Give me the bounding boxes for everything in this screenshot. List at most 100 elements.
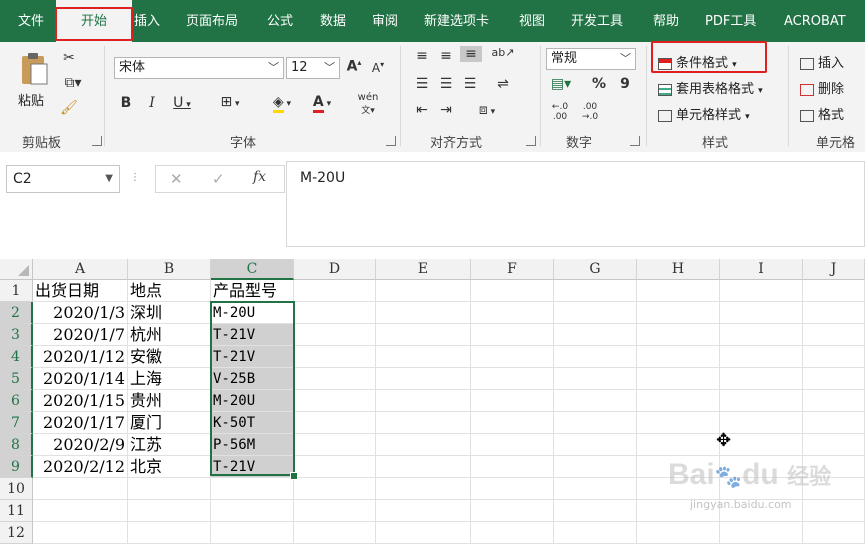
- cell-c8[interactable]: P-56M: [211, 434, 294, 456]
- number-launcher-icon[interactable]: [630, 136, 640, 146]
- cell-h12[interactable]: [637, 522, 720, 544]
- wrap-text-icon[interactable]: ⇌: [490, 76, 516, 92]
- cell-g12[interactable]: [554, 522, 637, 544]
- cell-f11[interactable]: [471, 500, 554, 522]
- tab-data[interactable]: 数据: [320, 0, 346, 42]
- cell-e12[interactable]: [376, 522, 471, 544]
- cell-a11[interactable]: [33, 500, 128, 522]
- cell-f6[interactable]: [471, 390, 554, 412]
- cell-g9[interactable]: [554, 456, 637, 478]
- align-bottom-icon[interactable]: ≡: [460, 46, 482, 62]
- column-header-c[interactable]: C: [211, 259, 294, 280]
- paste-icon[interactable]: [18, 52, 50, 88]
- cell-d4[interactable]: [294, 346, 376, 368]
- alignment-launcher-icon[interactable]: [526, 136, 536, 146]
- cell-i4[interactable]: [720, 346, 803, 368]
- underline-button[interactable]: U ▾: [168, 95, 196, 111]
- cell-j6[interactable]: [803, 390, 865, 412]
- cell-f3[interactable]: [471, 324, 554, 346]
- cell-d6[interactable]: [294, 390, 376, 412]
- cell-g2[interactable]: [554, 302, 637, 324]
- align-center-icon[interactable]: ☰: [436, 76, 456, 92]
- cell-g3[interactable]: [554, 324, 637, 346]
- cell-a3[interactable]: 2020/1/7: [33, 324, 128, 346]
- column-header-g[interactable]: G: [554, 259, 637, 280]
- conditional-format-button[interactable]: 条件格式 ▾: [658, 52, 737, 71]
- cell-g6[interactable]: [554, 390, 637, 412]
- cell-b12[interactable]: [128, 522, 211, 544]
- merge-center-icon[interactable]: ⧈ ▾: [470, 102, 504, 118]
- cell-g5[interactable]: [554, 368, 637, 390]
- cell-c4[interactable]: T-21V: [211, 346, 294, 368]
- tab-pdf-tools[interactable]: PDF工具: [705, 0, 756, 42]
- grow-font-button[interactable]: A▴: [346, 58, 362, 75]
- cell-a8[interactable]: 2020/2/9: [33, 434, 128, 456]
- tab-new-tab[interactable]: 新建选项卡: [424, 0, 489, 42]
- tab-acrobat[interactable]: ACROBAT: [784, 0, 846, 42]
- cell-h7[interactable]: [637, 412, 720, 434]
- cell-g1[interactable]: [554, 280, 637, 302]
- row-header-6[interactable]: 6: [0, 390, 33, 412]
- cell-h8[interactable]: [637, 434, 720, 456]
- font-launcher-icon[interactable]: [386, 136, 396, 146]
- cell-d2[interactable]: [294, 302, 376, 324]
- row-header-7[interactable]: 7: [0, 412, 33, 434]
- cell-i1[interactable]: [720, 280, 803, 302]
- cell-j3[interactable]: [803, 324, 865, 346]
- column-header-j[interactable]: J: [803, 259, 865, 280]
- cell-c3[interactable]: T-21V: [211, 324, 294, 346]
- row-header-8[interactable]: 8: [0, 434, 33, 456]
- cell-j1[interactable]: [803, 280, 865, 302]
- cell-i3[interactable]: [720, 324, 803, 346]
- tab-page-layout[interactable]: 页面布局: [186, 0, 238, 42]
- cell-b4[interactable]: 安徽: [128, 346, 211, 368]
- cell-d9[interactable]: [294, 456, 376, 478]
- row-header-10[interactable]: 10: [0, 478, 33, 500]
- cell-j5[interactable]: [803, 368, 865, 390]
- row-header-5[interactable]: 5: [0, 368, 33, 390]
- column-header-d[interactable]: D: [294, 259, 376, 280]
- font-size-select[interactable]: 12 ﹀: [286, 57, 340, 79]
- format-painter-icon[interactable]: 🖌: [58, 100, 80, 116]
- align-top-icon[interactable]: ≡: [412, 48, 432, 64]
- cell-i12[interactable]: [720, 522, 803, 544]
- font-color-button[interactable]: A ▾: [306, 94, 338, 113]
- cell-b1[interactable]: 地点: [128, 280, 211, 302]
- cell-e8[interactable]: [376, 434, 471, 456]
- cell-h5[interactable]: [637, 368, 720, 390]
- column-header-f[interactable]: F: [471, 259, 554, 280]
- percent-button[interactable]: %: [588, 76, 610, 92]
- column-header-b[interactable]: B: [128, 259, 211, 280]
- formula-input[interactable]: [286, 161, 865, 247]
- cell-c12[interactable]: [211, 522, 294, 544]
- tab-review[interactable]: 审阅: [372, 0, 398, 42]
- cell-d1[interactable]: [294, 280, 376, 302]
- cancel-icon[interactable]: ✕: [170, 170, 183, 188]
- cell-d12[interactable]: [294, 522, 376, 544]
- cell-c2[interactable]: M-20U: [211, 302, 294, 324]
- cell-f2[interactable]: [471, 302, 554, 324]
- cell-c7[interactable]: K-50T: [211, 412, 294, 434]
- cell-j4[interactable]: [803, 346, 865, 368]
- cell-styles-button[interactable]: 单元格样式 ▾: [658, 104, 750, 123]
- row-header-12[interactable]: 12: [0, 522, 33, 544]
- paste-button[interactable]: 粘贴: [18, 90, 44, 109]
- select-all-button[interactable]: [0, 259, 33, 280]
- cell-e9[interactable]: [376, 456, 471, 478]
- cell-a4[interactable]: 2020/1/12: [33, 346, 128, 368]
- cell-f9[interactable]: [471, 456, 554, 478]
- row-header-3[interactable]: 3: [0, 324, 33, 346]
- number-format-select[interactable]: 常规 ﹀: [546, 48, 636, 70]
- cell-f8[interactable]: [471, 434, 554, 456]
- cell-c5[interactable]: V-25B: [211, 368, 294, 390]
- cell-j8[interactable]: [803, 434, 865, 456]
- cell-c9[interactable]: T-21V: [211, 456, 294, 478]
- cell-e7[interactable]: [376, 412, 471, 434]
- cell-g4[interactable]: [554, 346, 637, 368]
- decrease-indent-icon[interactable]: ⇤: [412, 102, 432, 118]
- row-header-4[interactable]: 4: [0, 346, 33, 368]
- cell-d5[interactable]: [294, 368, 376, 390]
- row-header-1[interactable]: 1: [0, 280, 33, 302]
- cell-a7[interactable]: 2020/1/17: [33, 412, 128, 434]
- cell-c1[interactable]: 产品型号: [211, 280, 294, 302]
